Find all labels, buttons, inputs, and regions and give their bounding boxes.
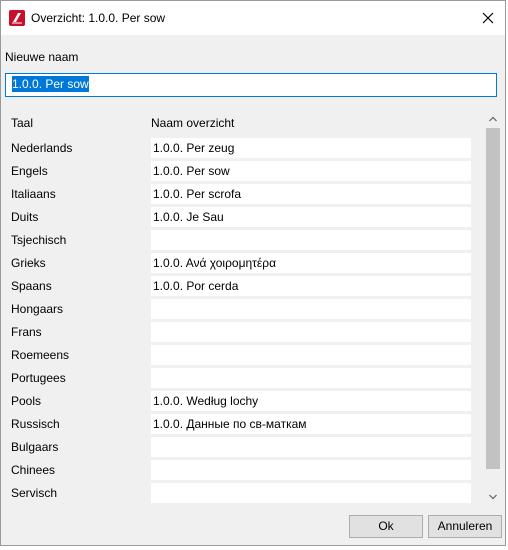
scroll-thumb[interactable] (486, 128, 500, 469)
language-label: Spaans (11, 279, 52, 293)
table-row: Russisch 1.0.0. Данные по св-маткам (5, 414, 483, 437)
column-header-language: Taal (11, 116, 34, 130)
table-row: Chinees (5, 460, 483, 483)
translation-name-cell[interactable]: 1.0.0. Według lochy (151, 391, 471, 411)
table-row: Engels 1.0.0. Per sow (5, 161, 483, 184)
table-row: Nederlands 1.0.0. Per zeug (5, 138, 483, 161)
translation-name-cell[interactable] (151, 230, 471, 250)
language-label: Italiaans (11, 187, 56, 201)
dialog-window: Overzicht: 1.0.0. Per sow Nieuwe naam 1.… (0, 0, 506, 546)
translation-name-cell[interactable] (151, 460, 471, 480)
translation-name-cell[interactable]: 1.0.0. Ανά χοιρομητέρα (151, 253, 471, 273)
table-row: Italiaans 1.0.0. Per scrofa (5, 184, 483, 207)
language-label: Pools (11, 394, 42, 408)
close-button[interactable] (471, 1, 505, 35)
chevron-up-icon (489, 116, 497, 122)
translation-name-cell[interactable] (151, 437, 471, 457)
table-row: Duits 1.0.0. Je Sau (5, 207, 483, 230)
new-name-label: Nieuwe naam (5, 50, 79, 64)
translation-name-cell[interactable]: 1.0.0. Por cerda (151, 276, 471, 296)
table-row: Roemeens (5, 345, 483, 368)
title-bar: Overzicht: 1.0.0. Per sow (1, 1, 505, 35)
grid-header: Taal Naam overzicht (5, 109, 483, 135)
table-row: Grieks 1.0.0. Ανά χοιρομητέρα (5, 253, 483, 276)
language-label: Duits (11, 210, 39, 224)
language-label: Roemeens (11, 348, 70, 362)
window-title: Overzicht: 1.0.0. Per sow (31, 11, 166, 25)
translation-name-cell[interactable] (151, 345, 471, 365)
language-label: Tsjechisch (11, 233, 67, 247)
cancel-button[interactable]: Annuleren (428, 515, 502, 538)
table-row: Hongaars (5, 299, 483, 322)
translation-name-cell[interactable]: 1.0.0. Je Sau (151, 207, 471, 227)
translation-name-cell[interactable] (151, 483, 471, 503)
ok-button[interactable]: Ok (349, 515, 423, 538)
scroll-down-button[interactable] (485, 489, 501, 505)
language-label: Engels (11, 164, 48, 178)
language-label: Frans (11, 325, 42, 339)
translation-name-cell[interactable]: 1.0.0. Per sow (151, 161, 471, 181)
app-logo-icon (9, 10, 25, 26)
new-name-value: 1.0.0. Per sow (12, 76, 89, 92)
translation-name-cell[interactable] (151, 322, 471, 342)
language-label: Chinees (11, 463, 56, 477)
translations-grid: Taal Naam overzicht Nederlands 1.0.0. Per… (5, 109, 501, 507)
column-header-name: Naam overzicht (151, 116, 235, 130)
table-row: Frans (5, 322, 483, 345)
close-icon (482, 12, 494, 24)
language-label: Servisch (11, 486, 58, 500)
vertical-scrollbar[interactable] (485, 111, 501, 505)
table-row: Tsjechisch (5, 230, 483, 253)
language-label: Grieks (11, 256, 46, 270)
scroll-up-button[interactable] (485, 111, 501, 127)
language-label: Hongaars (11, 302, 64, 316)
chevron-down-icon (489, 494, 497, 500)
language-label: Bulgaars (11, 440, 59, 454)
grid-rows: Nederlands 1.0.0. Per zeug Engels 1.0.0. Pe… (5, 138, 483, 506)
language-label: Portugees (11, 371, 66, 385)
translation-name-cell[interactable] (151, 368, 471, 388)
translation-name-cell[interactable]: 1.0.0. Per zeug (151, 138, 471, 158)
table-row: Servisch (5, 483, 483, 506)
language-label: Russisch (11, 417, 60, 431)
translation-name-cell[interactable] (151, 299, 471, 319)
table-row: Bulgaars (5, 437, 483, 460)
translation-name-cell[interactable]: 1.0.0. Per scrofa (151, 184, 471, 204)
table-row: Spaans 1.0.0. Por cerda (5, 276, 483, 299)
new-name-input[interactable]: 1.0.0. Per sow (5, 73, 497, 97)
language-label: Nederlands (11, 141, 73, 155)
translation-name-cell[interactable]: 1.0.0. Данные по св-маткам (151, 414, 471, 434)
table-row: Portugees (5, 368, 483, 391)
table-row: Pools 1.0.0. Według lochy (5, 391, 483, 414)
